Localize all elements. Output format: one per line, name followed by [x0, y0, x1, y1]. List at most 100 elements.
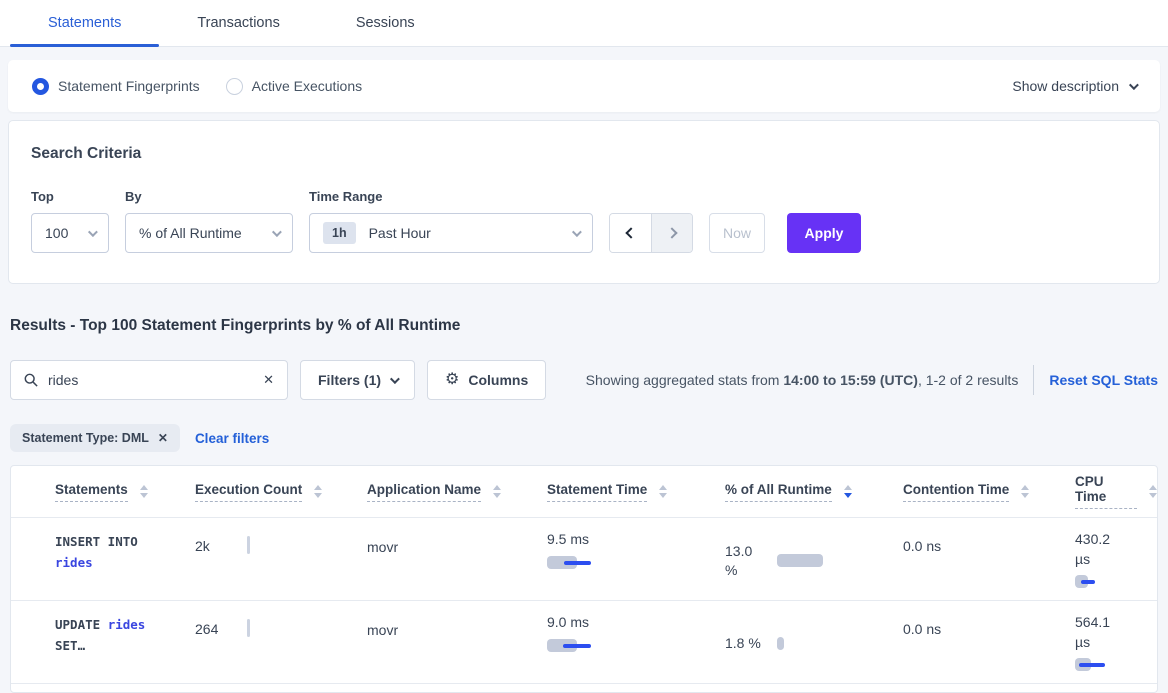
tab-statements[interactable]: Statements [10, 0, 159, 46]
statement-link[interactable]: rides [55, 555, 93, 570]
radio-selected-icon [32, 78, 49, 95]
chevron-down-icon [272, 227, 282, 237]
top-select-value: 100 [45, 225, 68, 241]
cpu-time-value: 430.2 µs [1075, 529, 1121, 569]
chevron-down-icon [88, 227, 98, 237]
radio-active-executions[interactable]: Active Executions [226, 78, 363, 95]
cpu-time-bar [1075, 658, 1121, 671]
search-box: ✕ [10, 360, 288, 400]
execution-count-value: 264 [195, 621, 247, 637]
runtime-pct-bar [777, 554, 823, 567]
statement-cell: INSERT INTO rides [55, 531, 195, 588]
previous-time-range-button[interactable] [610, 214, 651, 252]
show-description-toggle[interactable]: Show description [1012, 78, 1136, 94]
results-controls: ✕ Filters (1) ⚙ Columns Showing aggregat… [10, 360, 1158, 400]
table-row: UPDATE ridesSET… 264 movr 9.0 ms 1.8 % 0… [11, 601, 1157, 684]
runtime-pct-value: 13.0 % [725, 542, 767, 580]
by-select[interactable]: % of All Runtime [125, 213, 293, 253]
tab-sessions[interactable]: Sessions [318, 0, 453, 46]
sort-icons[interactable] [493, 485, 501, 498]
tab-transactions[interactable]: Transactions [159, 0, 317, 46]
vertical-divider [1033, 365, 1034, 395]
column-header-statements[interactable]: Statements [55, 482, 195, 502]
cpu-time-cell: 564.1 µs [1075, 614, 1157, 671]
column-header-runtime-pct[interactable]: % of All Runtime [725, 482, 903, 502]
radio-unselected-icon [226, 78, 243, 95]
statement-text: UPDATE [55, 617, 100, 632]
sort-icons[interactable] [659, 485, 667, 498]
runtime-pct-cell: 13.0 % [725, 533, 903, 588]
chevron-down-icon [572, 227, 582, 237]
time-range-badge: 1h [323, 222, 356, 244]
sort-icons[interactable] [1021, 485, 1029, 498]
column-header-application-name[interactable]: Application Name [367, 482, 547, 502]
contention-time-cell: 0.0 ns [903, 538, 1075, 588]
table-header-row: Statements Execution Count Application N… [11, 466, 1157, 518]
filters-label: Filters (1) [318, 372, 381, 388]
column-label: % of All Runtime [725, 482, 832, 502]
cpu-time-cell: 430.2 µs [1075, 531, 1157, 588]
search-criteria-panel: Search Criteria Top 100 By % of All Runt… [8, 120, 1160, 284]
runtime-pct-value: 1.8 % [725, 634, 767, 653]
time-range-field: Time Range 1h Past Hour [309, 189, 593, 253]
by-field: By % of All Runtime [125, 189, 293, 253]
radio-label: Statement Fingerprints [58, 78, 200, 94]
execution-count-cell: 2k [195, 538, 367, 588]
show-description-label: Show description [1012, 78, 1119, 94]
filter-chip-statement-type: Statement Type: DML ✕ [10, 424, 180, 452]
statement-text: SET… [55, 638, 85, 653]
radio-statement-fingerprints[interactable]: Statement Fingerprints [32, 78, 200, 95]
reset-sql-stats-link[interactable]: Reset SQL Stats [1049, 372, 1158, 388]
column-header-execution-count[interactable]: Execution Count [195, 482, 367, 502]
column-label: Execution Count [195, 482, 302, 502]
statement-cell: UPDATE rides SET… [55, 614, 195, 671]
contention-time-cell: 0.0 ns [903, 621, 1075, 671]
chevron-right-icon [666, 227, 677, 238]
clear-search-icon[interactable]: ✕ [263, 372, 274, 388]
runtime-pct-bar [777, 637, 784, 650]
time-range-value: Past Hour [369, 225, 431, 241]
chevron-down-icon [390, 374, 400, 384]
cpu-time-bar [1075, 575, 1121, 588]
application-name-cell: movr [367, 539, 547, 588]
statement-time-cell: 9.0 ms [547, 614, 725, 671]
chevron-down-icon [1129, 80, 1139, 90]
remove-filter-icon[interactable]: ✕ [158, 431, 168, 445]
column-header-contention-time[interactable]: Contention Time [903, 482, 1075, 502]
next-time-range-button[interactable] [651, 214, 692, 252]
runtime-pct-cell: 1.8 % [725, 616, 903, 671]
clear-filters-link[interactable]: Clear filters [195, 431, 269, 446]
filters-button[interactable]: Filters (1) [300, 360, 415, 400]
sort-icons[interactable] [1149, 485, 1157, 498]
column-label: Statement Time [547, 482, 647, 502]
now-button[interactable]: Now [709, 213, 765, 253]
apply-button[interactable]: Apply [787, 213, 861, 253]
statement-time-cell: 9.5 ms [547, 531, 725, 588]
table-row: INSERT INTO rides 2k movr 9.5 ms 13.0 % … [11, 518, 1157, 601]
sort-icons[interactable] [140, 485, 148, 498]
statement-time-bar [547, 639, 607, 652]
results-heading: Results - Top 100 Statement Fingerprints… [10, 317, 1158, 335]
time-range-select[interactable]: 1h Past Hour [309, 213, 593, 253]
statement-link[interactable]: rides [108, 617, 146, 632]
columns-button[interactable]: ⚙ Columns [427, 360, 546, 400]
column-label: Contention Time [903, 482, 1009, 502]
top-label: Top [31, 189, 109, 204]
column-label: Statements [55, 482, 128, 502]
time-range-pager [609, 213, 693, 253]
execution-count-bar [247, 536, 250, 554]
column-header-cpu-time[interactable]: CPU Time [1075, 474, 1157, 509]
search-icon [24, 373, 38, 387]
execution-count-value: 2k [195, 538, 247, 554]
column-label: CPU Time [1075, 474, 1137, 509]
column-header-statement-time[interactable]: Statement Time [547, 482, 725, 502]
cpu-time-value: 564.1 µs [1075, 612, 1121, 652]
sort-icons-active-desc[interactable] [844, 485, 852, 498]
top-select[interactable]: 100 [31, 213, 109, 253]
radio-label: Active Executions [252, 78, 363, 94]
execution-count-cell: 264 [195, 621, 367, 671]
statement-text: INSERT INTO [55, 534, 138, 549]
sort-icons[interactable] [314, 485, 322, 498]
search-input[interactable] [48, 372, 253, 388]
status-prefix: Showing aggregated stats from [586, 372, 784, 388]
